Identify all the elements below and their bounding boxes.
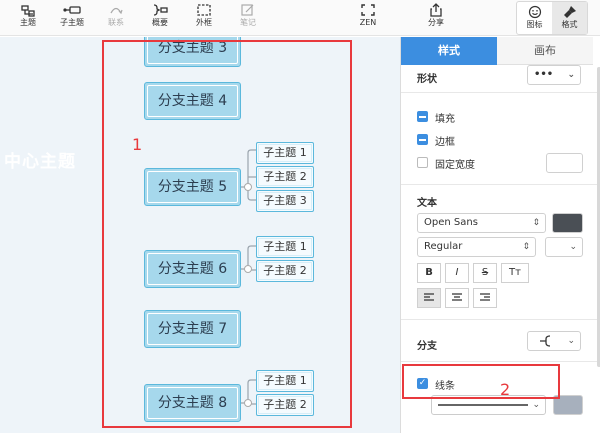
annotation-box-1 bbox=[102, 40, 352, 428]
updown-arrow-icon: ⇕ bbox=[522, 242, 530, 252]
summary-icon bbox=[153, 4, 168, 16]
boundary-button-label: 外框 bbox=[196, 18, 212, 27]
fill-checkbox[interactable] bbox=[417, 111, 428, 122]
align-center-icon bbox=[452, 293, 462, 301]
icon-panel-button[interactable]: 图标 bbox=[517, 2, 552, 34]
summary-button[interactable]: 概要 bbox=[140, 1, 180, 35]
share-icon bbox=[430, 3, 442, 17]
note-button-label: 笔记 bbox=[240, 18, 256, 27]
fullscreen-icon bbox=[361, 4, 375, 16]
topic-button-label: 主题 bbox=[20, 18, 36, 27]
shape-select-value: ••• bbox=[534, 69, 554, 80]
relationship-button-label: 联系 bbox=[108, 18, 124, 27]
panel-mode-switch: 图标 格式 bbox=[516, 1, 588, 35]
share-button-label: 分享 bbox=[428, 18, 444, 27]
note-icon bbox=[241, 4, 254, 16]
note-button[interactable]: 笔记 bbox=[228, 1, 268, 35]
zen-button-label: ZEN bbox=[359, 18, 377, 27]
chevron-down-icon: ⌄ bbox=[569, 242, 577, 252]
font-family-value: Open Sans bbox=[424, 217, 478, 228]
annotation-label-2: 2 bbox=[500, 380, 511, 399]
boundary-button[interactable]: 外框 bbox=[184, 1, 224, 35]
zen-button[interactable]: ZEN bbox=[348, 1, 388, 35]
subtopic-icon bbox=[63, 6, 81, 14]
text-color-swatch[interactable] bbox=[552, 213, 583, 233]
toolbar: 主题 子主题 联系 概要 外框 笔记 ZEN 分享 图标 格式 bbox=[0, 0, 600, 36]
boundary-icon bbox=[197, 4, 211, 16]
tab-canvas[interactable]: 画布 bbox=[497, 37, 593, 65]
tab-style[interactable]: 样式 bbox=[401, 37, 497, 65]
line-preview-icon bbox=[438, 404, 528, 406]
annotation-label-1: 1 bbox=[132, 135, 143, 154]
branch-style-select[interactable]: ⌄ bbox=[527, 331, 581, 351]
format-brush-icon bbox=[563, 6, 576, 18]
align-right-button[interactable] bbox=[473, 288, 497, 308]
updown-arrow-icon: ⇕ bbox=[532, 218, 540, 228]
topic-button[interactable]: 主题 bbox=[8, 1, 48, 35]
font-weight-select[interactable]: Regular ⇕ bbox=[417, 237, 536, 257]
share-button[interactable]: 分享 bbox=[416, 1, 456, 35]
fill-label: 填充 bbox=[435, 114, 455, 125]
format-panel-label: 格式 bbox=[561, 20, 578, 29]
annotation-box-2 bbox=[402, 364, 560, 399]
divider bbox=[401, 184, 600, 185]
font-family-select[interactable]: Open Sans ⇕ bbox=[417, 213, 546, 233]
topic-icon bbox=[21, 5, 35, 17]
relationship-button[interactable]: 联系 bbox=[96, 1, 136, 35]
chevron-down-icon: ⌄ bbox=[567, 336, 575, 346]
relationship-icon bbox=[110, 7, 123, 15]
font-size-select[interactable]: ⌄ bbox=[545, 237, 583, 257]
shape-section-title: 形状 bbox=[417, 74, 437, 85]
icon-panel-label: 图标 bbox=[526, 20, 543, 29]
italic-button[interactable]: I bbox=[445, 263, 469, 283]
subtopic-button[interactable]: 子主题 bbox=[52, 1, 92, 35]
align-right-icon bbox=[480, 293, 490, 301]
subtopic-button-label: 子主题 bbox=[60, 18, 84, 27]
format-panel: 样式 画布 形状 ••• ⌄ 填充 边框 固定宽度 文本 Open Sans ⇕… bbox=[400, 37, 600, 433]
fixed-width-label: 固定宽度 bbox=[435, 160, 475, 171]
font-weight-value: Regular bbox=[424, 241, 463, 252]
shape-select[interactable]: ••• ⌄ bbox=[527, 65, 581, 85]
fixed-width-checkbox[interactable] bbox=[417, 157, 428, 168]
divider bbox=[401, 92, 600, 93]
summary-button-label: 概要 bbox=[152, 18, 168, 27]
emoji-icon bbox=[528, 5, 541, 19]
branch-shape-icon bbox=[540, 335, 551, 347]
format-panel-button[interactable]: 格式 bbox=[552, 2, 587, 34]
strikethrough-button[interactable]: S bbox=[473, 263, 497, 283]
mindmap-canvas[interactable]: 中心主题 分支主题 3 分支主题 4 分支主题 5 分支主题 6 分支主题 7 … bbox=[0, 37, 400, 433]
chevron-down-icon: ⌄ bbox=[567, 70, 575, 80]
bold-button[interactable]: B bbox=[417, 263, 441, 283]
align-left-icon bbox=[424, 293, 434, 301]
align-center-button[interactable] bbox=[445, 288, 469, 308]
text-case-button[interactable]: Tт bbox=[501, 263, 529, 283]
border-label: 边框 bbox=[435, 137, 455, 148]
border-checkbox[interactable] bbox=[417, 134, 428, 145]
text-section-title: 文本 bbox=[417, 198, 437, 209]
align-left-button[interactable] bbox=[417, 288, 441, 308]
divider bbox=[401, 361, 600, 362]
branch-section-title: 分支 bbox=[417, 341, 437, 352]
divider bbox=[401, 319, 600, 320]
fixed-width-input[interactable] bbox=[546, 153, 583, 173]
